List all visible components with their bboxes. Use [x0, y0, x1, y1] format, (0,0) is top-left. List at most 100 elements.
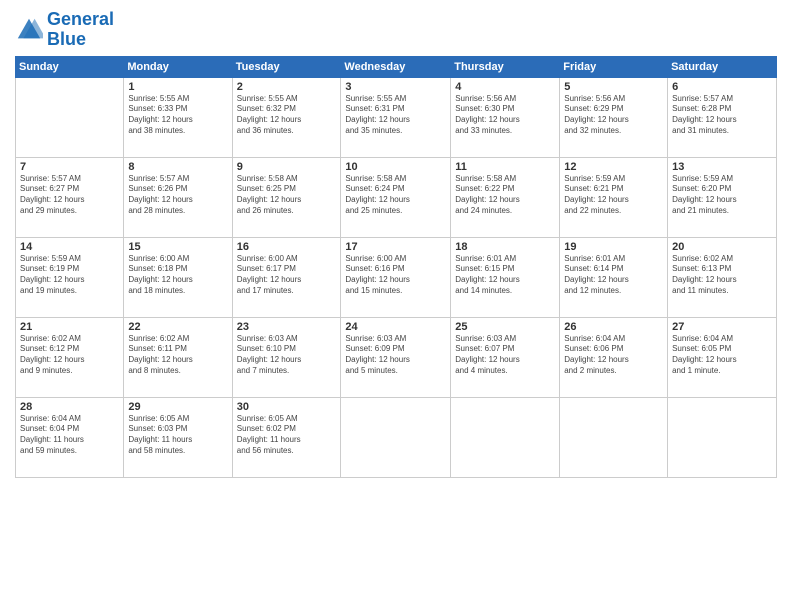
calendar-cell: 20Sunrise: 6:02 AM Sunset: 6:13 PM Dayli… [668, 237, 777, 317]
day-number: 13 [672, 161, 772, 173]
calendar-header: SundayMondayTuesdayWednesdayThursdayFrid… [16, 56, 777, 77]
day-number: 22 [128, 321, 227, 333]
day-number: 17 [345, 241, 446, 253]
weekday-header: Friday [560, 56, 668, 77]
calendar-cell: 28Sunrise: 6:04 AM Sunset: 6:04 PM Dayli… [16, 397, 124, 477]
weekday-header: Saturday [668, 56, 777, 77]
day-number: 9 [237, 161, 337, 173]
day-info: Sunrise: 6:05 AM Sunset: 6:03 PM Dayligh… [128, 414, 227, 457]
day-number: 19 [564, 241, 663, 253]
calendar-cell: 3Sunrise: 5:55 AM Sunset: 6:31 PM Daylig… [341, 77, 451, 157]
day-info: Sunrise: 5:55 AM Sunset: 6:33 PM Dayligh… [128, 94, 227, 137]
calendar-cell: 21Sunrise: 6:02 AM Sunset: 6:12 PM Dayli… [16, 317, 124, 397]
calendar-cell: 22Sunrise: 6:02 AM Sunset: 6:11 PM Dayli… [124, 317, 232, 397]
day-number: 25 [455, 321, 555, 333]
weekday-header: Sunday [16, 56, 124, 77]
day-info: Sunrise: 6:04 AM Sunset: 6:05 PM Dayligh… [672, 334, 772, 377]
calendar-cell [668, 397, 777, 477]
calendar-cell: 26Sunrise: 6:04 AM Sunset: 6:06 PM Dayli… [560, 317, 668, 397]
calendar-week-row: 28Sunrise: 6:04 AM Sunset: 6:04 PM Dayli… [16, 397, 777, 477]
day-number: 2 [237, 81, 337, 93]
day-info: Sunrise: 5:58 AM Sunset: 6:22 PM Dayligh… [455, 174, 555, 217]
day-info: Sunrise: 6:03 AM Sunset: 6:07 PM Dayligh… [455, 334, 555, 377]
day-number: 27 [672, 321, 772, 333]
day-number: 18 [455, 241, 555, 253]
day-number: 14 [20, 241, 119, 253]
day-info: Sunrise: 5:56 AM Sunset: 6:29 PM Dayligh… [564, 94, 663, 137]
day-info: Sunrise: 5:57 AM Sunset: 6:27 PM Dayligh… [20, 174, 119, 217]
day-info: Sunrise: 5:55 AM Sunset: 6:31 PM Dayligh… [345, 94, 446, 137]
logo: General Blue [15, 10, 114, 50]
logo-text: General Blue [47, 10, 114, 50]
day-number: 1 [128, 81, 227, 93]
calendar-cell: 25Sunrise: 6:03 AM Sunset: 6:07 PM Dayli… [451, 317, 560, 397]
calendar-cell [16, 77, 124, 157]
calendar-cell [451, 397, 560, 477]
day-number: 4 [455, 81, 555, 93]
calendar-cell: 23Sunrise: 6:03 AM Sunset: 6:10 PM Dayli… [232, 317, 341, 397]
logo-icon [15, 16, 43, 44]
day-info: Sunrise: 5:59 AM Sunset: 6:19 PM Dayligh… [20, 254, 119, 297]
day-number: 7 [20, 161, 119, 173]
calendar-cell: 29Sunrise: 6:05 AM Sunset: 6:03 PM Dayli… [124, 397, 232, 477]
weekday-header: Wednesday [341, 56, 451, 77]
calendar-cell: 9Sunrise: 5:58 AM Sunset: 6:25 PM Daylig… [232, 157, 341, 237]
calendar-table: SundayMondayTuesdayWednesdayThursdayFrid… [15, 56, 777, 478]
calendar-cell: 19Sunrise: 6:01 AM Sunset: 6:14 PM Dayli… [560, 237, 668, 317]
calendar-cell: 30Sunrise: 6:05 AM Sunset: 6:02 PM Dayli… [232, 397, 341, 477]
calendar-cell: 16Sunrise: 6:00 AM Sunset: 6:17 PM Dayli… [232, 237, 341, 317]
day-number: 5 [564, 81, 663, 93]
calendar-week-row: 1Sunrise: 5:55 AM Sunset: 6:33 PM Daylig… [16, 77, 777, 157]
day-info: Sunrise: 6:04 AM Sunset: 6:06 PM Dayligh… [564, 334, 663, 377]
day-number: 30 [237, 401, 337, 413]
day-info: Sunrise: 5:58 AM Sunset: 6:25 PM Dayligh… [237, 174, 337, 217]
day-info: Sunrise: 6:00 AM Sunset: 6:16 PM Dayligh… [345, 254, 446, 297]
day-info: Sunrise: 5:57 AM Sunset: 6:26 PM Dayligh… [128, 174, 227, 217]
day-info: Sunrise: 6:01 AM Sunset: 6:14 PM Dayligh… [564, 254, 663, 297]
calendar-cell: 18Sunrise: 6:01 AM Sunset: 6:15 PM Dayli… [451, 237, 560, 317]
calendar-cell [560, 397, 668, 477]
day-number: 26 [564, 321, 663, 333]
day-info: Sunrise: 5:59 AM Sunset: 6:21 PM Dayligh… [564, 174, 663, 217]
day-info: Sunrise: 5:55 AM Sunset: 6:32 PM Dayligh… [237, 94, 337, 137]
calendar-cell: 24Sunrise: 6:03 AM Sunset: 6:09 PM Dayli… [341, 317, 451, 397]
calendar-cell: 6Sunrise: 5:57 AM Sunset: 6:28 PM Daylig… [668, 77, 777, 157]
calendar-cell: 5Sunrise: 5:56 AM Sunset: 6:29 PM Daylig… [560, 77, 668, 157]
day-number: 15 [128, 241, 227, 253]
calendar-cell: 17Sunrise: 6:00 AM Sunset: 6:16 PM Dayli… [341, 237, 451, 317]
weekday-row: SundayMondayTuesdayWednesdayThursdayFrid… [16, 56, 777, 77]
day-number: 6 [672, 81, 772, 93]
day-number: 10 [345, 161, 446, 173]
calendar-cell: 15Sunrise: 6:00 AM Sunset: 6:18 PM Dayli… [124, 237, 232, 317]
weekday-header: Thursday [451, 56, 560, 77]
calendar-cell: 7Sunrise: 5:57 AM Sunset: 6:27 PM Daylig… [16, 157, 124, 237]
day-info: Sunrise: 6:03 AM Sunset: 6:10 PM Dayligh… [237, 334, 337, 377]
day-info: Sunrise: 6:02 AM Sunset: 6:13 PM Dayligh… [672, 254, 772, 297]
calendar-cell: 27Sunrise: 6:04 AM Sunset: 6:05 PM Dayli… [668, 317, 777, 397]
day-info: Sunrise: 6:02 AM Sunset: 6:11 PM Dayligh… [128, 334, 227, 377]
calendar-week-row: 7Sunrise: 5:57 AM Sunset: 6:27 PM Daylig… [16, 157, 777, 237]
day-info: Sunrise: 6:00 AM Sunset: 6:17 PM Dayligh… [237, 254, 337, 297]
day-info: Sunrise: 6:02 AM Sunset: 6:12 PM Dayligh… [20, 334, 119, 377]
calendar-body: 1Sunrise: 5:55 AM Sunset: 6:33 PM Daylig… [16, 77, 777, 477]
calendar-cell: 1Sunrise: 5:55 AM Sunset: 6:33 PM Daylig… [124, 77, 232, 157]
day-number: 21 [20, 321, 119, 333]
day-info: Sunrise: 5:57 AM Sunset: 6:28 PM Dayligh… [672, 94, 772, 137]
calendar-cell: 10Sunrise: 5:58 AM Sunset: 6:24 PM Dayli… [341, 157, 451, 237]
day-number: 12 [564, 161, 663, 173]
day-info: Sunrise: 6:01 AM Sunset: 6:15 PM Dayligh… [455, 254, 555, 297]
day-number: 16 [237, 241, 337, 253]
day-info: Sunrise: 6:04 AM Sunset: 6:04 PM Dayligh… [20, 414, 119, 457]
calendar-cell: 14Sunrise: 5:59 AM Sunset: 6:19 PM Dayli… [16, 237, 124, 317]
day-number: 23 [237, 321, 337, 333]
calendar-cell: 13Sunrise: 5:59 AM Sunset: 6:20 PM Dayli… [668, 157, 777, 237]
day-number: 20 [672, 241, 772, 253]
calendar-cell: 2Sunrise: 5:55 AM Sunset: 6:32 PM Daylig… [232, 77, 341, 157]
day-number: 11 [455, 161, 555, 173]
day-number: 3 [345, 81, 446, 93]
day-info: Sunrise: 5:56 AM Sunset: 6:30 PM Dayligh… [455, 94, 555, 137]
day-info: Sunrise: 6:05 AM Sunset: 6:02 PM Dayligh… [237, 414, 337, 457]
calendar-week-row: 14Sunrise: 5:59 AM Sunset: 6:19 PM Dayli… [16, 237, 777, 317]
calendar-cell [341, 397, 451, 477]
header: General Blue [15, 10, 777, 50]
